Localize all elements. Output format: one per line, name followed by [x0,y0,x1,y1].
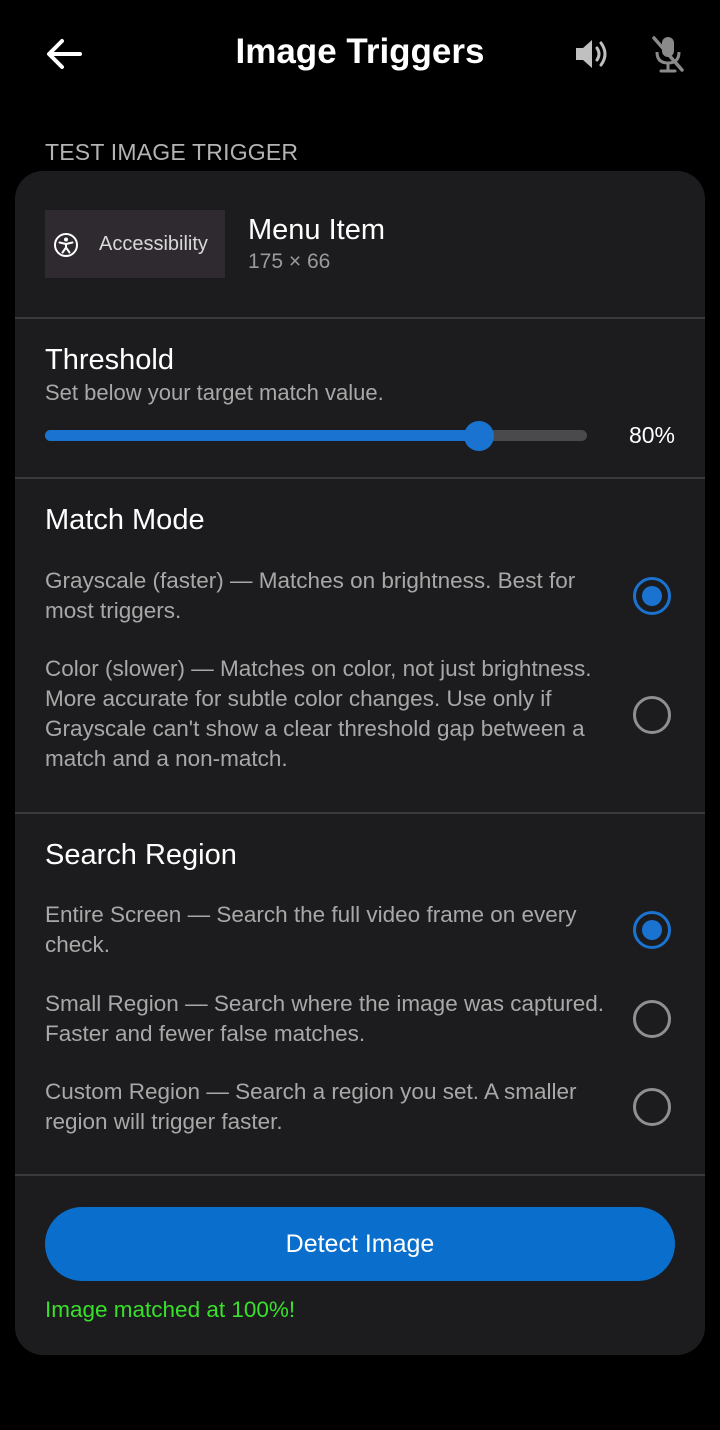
search-region-title: Search Region [45,839,237,871]
search-region-option-small-region[interactable]: Small Region — Search where the image wa… [45,989,685,1049]
match-mode-title: Match Mode [45,504,205,536]
radio-button[interactable] [633,696,671,734]
search-region-option-entire-screen[interactable]: Entire Screen — Search the full video fr… [45,900,685,960]
divider [15,317,705,319]
option-label: Small Region — Search where the image wa… [45,991,605,1046]
detect-image-button[interactable]: Detect Image [45,1207,675,1281]
mic-off-button[interactable] [642,30,694,78]
option-label: Grayscale (faster) — Matches on brightne… [45,568,576,623]
slider-fill [45,430,479,441]
slider-thumb[interactable] [464,421,494,451]
search-region-option-custom-region[interactable]: Custom Region — Search a region you set.… [45,1077,685,1137]
test-trigger-card: Accessibility Menu Item 175 × 66 Thresho… [15,171,705,1355]
radio-button[interactable] [633,577,671,615]
option-label: Custom Region — Search a region you set.… [45,1079,577,1134]
image-name: Menu Item [248,214,385,246]
divider [15,1174,705,1176]
accessibility-icon [54,233,78,257]
threshold-title: Threshold [45,344,174,376]
threshold-slider[interactable] [45,421,587,451]
match-mode-option-color[interactable]: Color (slower) — Matches on color, not j… [45,654,685,776]
threshold-value: 80% [628,422,675,448]
speaker-icon [576,40,607,68]
divider [15,477,705,479]
radio-button[interactable] [633,1088,671,1126]
match-result-text: Image matched at 100%! [45,1297,296,1322]
speaker-button[interactable] [566,30,618,78]
image-size: 175 × 66 [248,250,331,273]
option-label: Entire Screen — Search the full video fr… [45,902,577,957]
mic-off-icon [652,36,684,73]
threshold-subtitle: Set below your target match value. [45,380,384,405]
thumbnail-label: Accessibility [99,233,208,255]
option-label: Color (slower) — Matches on color, not j… [45,656,592,771]
image-thumbnail[interactable]: Accessibility [45,210,225,278]
top-app-bar: Image Triggers [0,0,720,108]
section-header: TEST IMAGE TRIGGER [45,139,299,165]
radio-button[interactable] [633,911,671,949]
match-mode-option-grayscale[interactable]: Grayscale (faster) — Matches on brightne… [45,566,685,626]
radio-button[interactable] [633,1000,671,1038]
divider [15,812,705,814]
